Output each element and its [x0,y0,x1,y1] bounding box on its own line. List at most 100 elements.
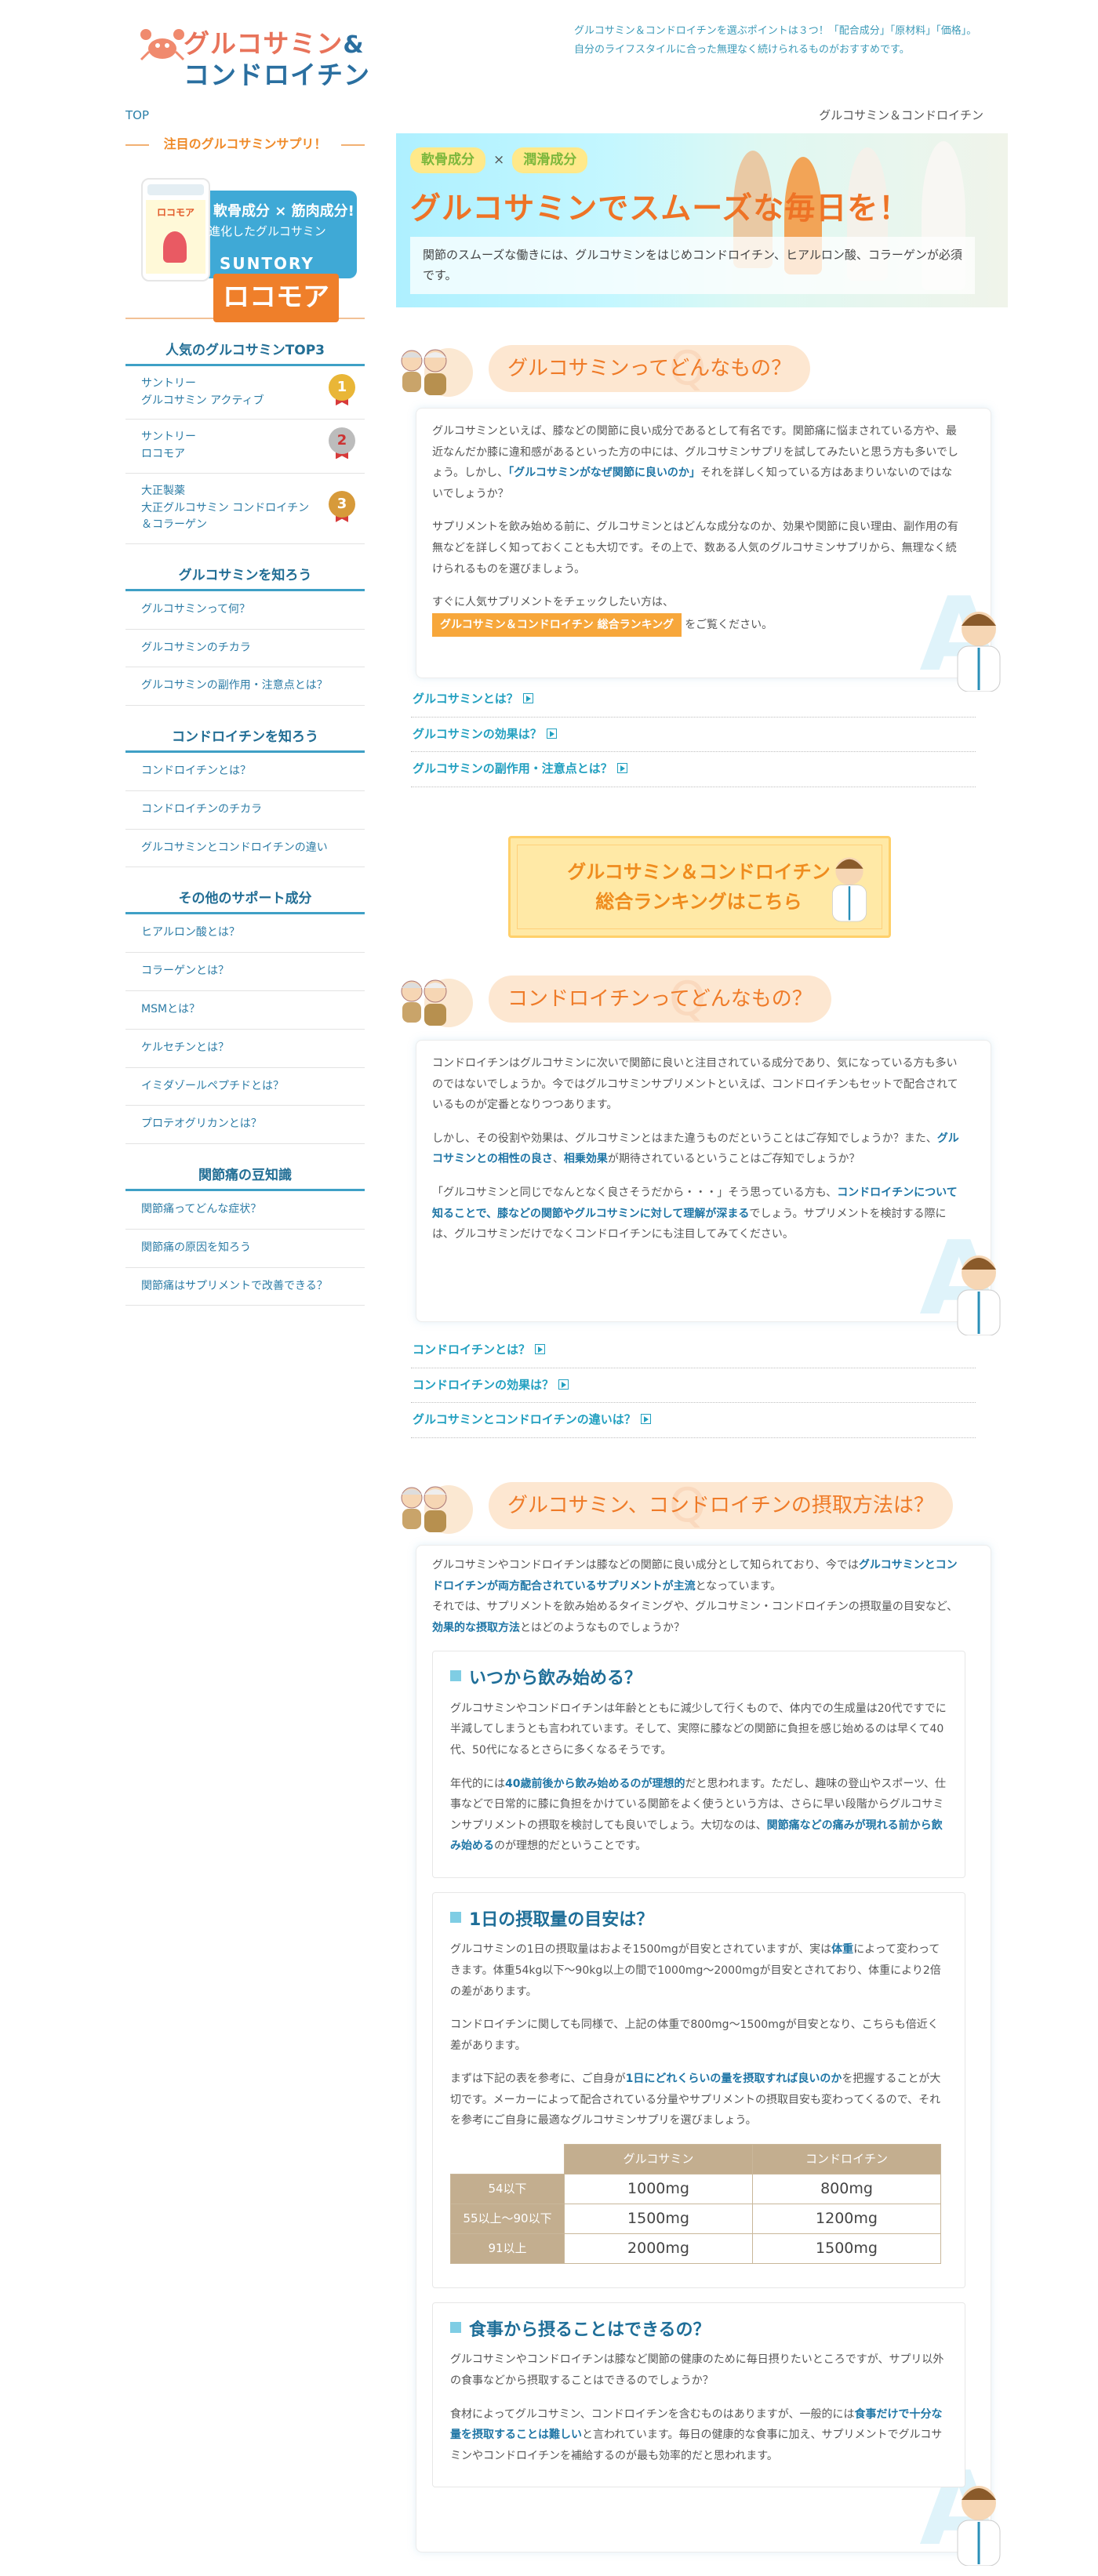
sidebar-item[interactable]: コンドロイチンとは？ [125,753,365,791]
related-link[interactable]: グルコサミンの効果は？ [411,718,976,752]
site-logo[interactable]: グルコサミン& コンドロイチン [140,22,369,90]
table-cell: 1500mg [752,2233,941,2265]
sidebar-item[interactable]: グルコサミンって何？ [125,591,365,630]
table-cell: 800mg [752,2174,941,2205]
paragraph: 食材によってグルコサミン、コンドロイチンを含むものはありますが、一般的には食事だ… [450,2407,943,2462]
sidebar-menu: コンドロイチンとは？ コンドロイチンのチカラ グルコサミンとコンドロイチンの違い [125,753,365,868]
section-title: Q グルコサミンってどんなもの？ [489,345,811,392]
featured-catch: 軟骨成分 × 筋肉成分! [213,203,354,220]
sidebar-item[interactable]: 関節痛の原因を知ろう [125,1230,365,1268]
hero-banner: 軟骨成分 × 潤滑成分 グルコサミンでスムーズな毎日を！ 関節のスムーズな働きには、… [396,133,1008,307]
featured-banner[interactable]: ロコモア 軟骨成分 × 筋肉成分! 進化したグルコサミン SUNTORY ロコモ… [125,162,365,322]
elderly-couple-icon [424,979,447,1026]
sidebar-heading: グルコサミンを知ろう [125,565,365,591]
ranking-button[interactable]: グルコサミン＆コンドロイチン 総合ランキングはこちら [508,836,891,938]
subsection-title: 1日の摂取量の目安は？ [450,1906,947,1935]
link-arrow-icon [522,693,533,703]
doctor-icon [832,857,867,922]
related-link[interactable]: グルコサミンの副作用・注意点とは？ [411,752,976,787]
doctor-icon [957,612,1001,692]
related-link[interactable]: グルコサミンとは？ [411,682,976,718]
related-link[interactable]: コンドロイチンの効果は？ [411,1368,976,1403]
sidebar-menu: ヒアルロン酸とは？ コラーゲンとは？ MSMとは？ ケルセチンとは？ イミダゾー… [125,914,365,1145]
table-cell: 1500mg [564,2204,753,2235]
paragraph: グルコサミンといえば、膝などの関節に良い成分であるとして有名です。関節痛に悩まさ… [432,425,958,500]
paragraph: グルコサミンやコンドロイチンは膝などの関節に良い成分として知られており、今ではグ… [432,1559,958,1593]
sidebar-item[interactable]: 関節痛はサプリメントで改善できる？ [125,1268,365,1306]
link-arrow-icon [640,1414,651,1424]
top-link[interactable]: TOP [125,106,149,126]
sidebar-item[interactable]: グルコサミンとコンドロイチンの違い [125,830,365,868]
sidebar-heading: コンドロイチンを知ろう [125,726,365,754]
ranking-product: グルコサミン アクティブ [141,394,264,407]
medal-gold-icon: 1 [329,374,355,406]
sidebar-item[interactable]: ケルセチンとは？ [125,1030,365,1068]
ranking-item[interactable]: 大正製薬 大正グルコサミン コンドロイチン＆コラーゲン 3 [125,474,365,544]
ranking-maker: サントリー [141,377,196,391]
paragraph: しかし、その役割や効果は、グルコサミンとはまた違うものだということはご存知でしょ… [432,1132,959,1166]
hero-description: 関節のスムーズな働きには、グルコサミンをはじめコンドロイチン、ヒアルロン酸、コラ… [410,237,975,294]
ranking-maker: 大正製薬 [141,484,185,497]
paragraph: グルコサミンやコンドロイチンは膝など関節の健康のために毎日摂りたいところですが、… [450,2353,944,2388]
section-heading: Q グルコサミンってどんなもの？ [396,345,898,397]
ranking-list: サントリー グルコサミン アクティブ 1 サントリー ロコモア 2 大正製薬 大… [125,366,365,544]
table-row-label: 91以上 [450,2233,565,2265]
subsection: いつから飲み始める？ グルコサミンやコンドロイチンは年齢とともに減少して行くもの… [432,1651,965,1878]
featured-subcatch: 進化したグルコサミン [209,224,326,239]
link-arrow-icon [546,728,557,739]
table-header: コンドロイチン [752,2144,941,2175]
table-cell: 1000mg [564,2174,753,2205]
doctor-icon [957,1255,1001,1335]
sidebar-item[interactable]: コラーゲンとは？ [125,953,365,991]
table-row: 91以上 2000mg 1500mg [450,2233,941,2265]
related-link[interactable]: コンドロイチンとは？ [411,1333,976,1368]
paragraph: 「グルコサミンと同じでなんとなく良さそうだから・・・」そう思っている方も、コンド… [432,1186,958,1241]
hero-tag: 軟骨成分 [410,147,485,173]
link-arrow-icon [616,763,627,773]
sidebar-menu: 関節痛ってどんな症状？ 関節痛の原因を知ろう 関節痛はサプリメントで改善できる？ [125,1191,365,1306]
sidebar-item[interactable]: コンドロイチンのチカラ [125,791,365,830]
table-row-label: 55以上〜90以下 [450,2204,565,2235]
medal-bronze-icon: 3 [329,490,355,522]
ranking-item[interactable]: サントリー グルコサミン アクティブ 1 [125,366,365,420]
sidebar-item[interactable]: グルコサミンのチカラ [125,630,365,668]
related-link[interactable]: グルコサミンとコンドロイチンの違いは？ [411,1403,976,1438]
answer-box: A グルコサミンやコンドロイチンは膝などの関節に良い成分として知られており、今で… [416,1545,1001,2566]
table-cell: 2000mg [564,2233,753,2265]
table-header-row: グルコサミン コンドロイチン [451,2144,941,2175]
link-arrow-icon [558,1379,569,1390]
breadcrumb: グルコサミン＆コンドロイチン [819,108,983,122]
paragraph: まずは下記の表を参考に、ご自身が1日にどれくらいの量を摂取すれば良いのかを把握す… [450,2073,941,2127]
sidebar-item[interactable]: ヒアルロン酸とは？ [125,914,365,954]
subsection: 食事から摂ることはできるの？ グルコサミンやコンドロイチンは膝など関節の健康のた… [432,2302,965,2488]
paragraph: コンドロイチンはグルコサミンに次いで関節に良いと注目されている成分であり、気にな… [432,1057,958,1112]
sidebar-heading: 関節痛の豆知識 [125,1164,365,1192]
sidebar-item[interactable]: MSMとは？ [125,991,365,1030]
ranking-button-label: グルコサミン＆コンドロイチン 総合ランキングはこちら [567,861,831,914]
ranking-product: 大正グルコサミン コンドロイチン＆コラーゲン [141,501,310,532]
featured-title: 注目のグルコサミンサプリ！ [125,133,365,159]
hero-tags: 軟骨成分 × 潤滑成分 [410,147,588,173]
ranking-product: ロコモア [141,448,185,461]
ranking-inline-link[interactable]: グルコサミン＆コンドロイチン 総合ランキング [432,612,682,638]
sidebar-item[interactable]: プロテオグリカンとは？ [125,1106,365,1145]
ranking-item[interactable]: サントリー ロコモア 2 [125,420,365,474]
hero-title: グルコサミンでスムーズな毎日を！ [410,191,911,227]
sidebar-item[interactable]: 関節痛ってどんな症状？ [125,1191,365,1230]
section-title: Q コンドロイチンってどんなもの？ [489,976,831,1023]
elderly-couple-icon [424,1486,447,1532]
page: グルコサミン& コンドロイチン グルコサミン＆コンドロイチンを選ぶポイントは３つ… [0,0,1098,2576]
featured-product-name: ロコモア [213,274,339,322]
sidebar-menu: グルコサミンって何？ グルコサミンのチカラ グルコサミンの副作用・注意点とは？ [125,591,365,707]
subsection-title: 食事から摂ることはできるの？ [450,2316,947,2345]
crab-logo-icon [140,29,185,61]
sidebar-item[interactable]: イミダゾールペプチドとは？ [125,1068,365,1106]
table-row-label: 54以下 [450,2174,565,2205]
related-links: コンドロイチンとは？ コンドロイチンの効果は？ グルコサミンとコンドロイチンの違… [411,1333,976,1438]
section-title: Q グルコサミン、コンドロイチンの摂取方法は？ [489,1482,953,1529]
sidebar-item[interactable]: グルコサミンの副作用・注意点とは？ [125,667,365,707]
header-note: グルコサミン＆コンドロイチンを選ぶポイントは３つ！「配合成分」「原材料」「価格」… [574,25,977,56]
featured-brand: SUNTORY [220,254,314,274]
link-arrow-icon [535,1344,546,1354]
ranking-heading: 人気のグルコサミンTOP3 [125,340,365,367]
